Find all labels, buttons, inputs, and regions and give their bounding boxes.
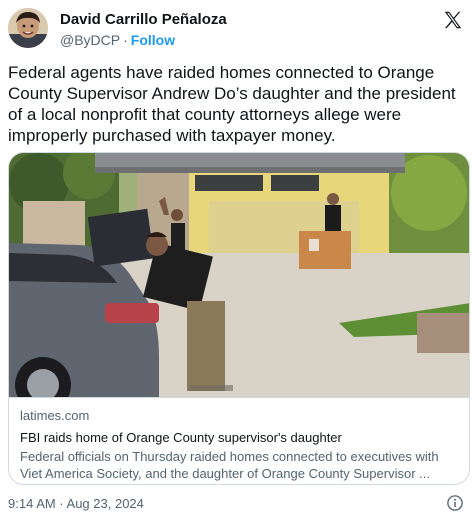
tweet-header: David Carrillo Peñaloza @ByDCP · Follow xyxy=(8,8,464,52)
card-domain: latimes.com xyxy=(20,408,90,423)
card-title[interactable]: FBI raids home of Orange County supervis… xyxy=(20,429,460,446)
separator-dot: · xyxy=(123,32,128,48)
avatar[interactable] xyxy=(8,8,48,48)
follow-button[interactable]: Follow xyxy=(131,32,175,48)
info-icon[interactable] xyxy=(446,494,464,512)
timestamp[interactable]: 9:14 AM · Aug 23, 2024 xyxy=(8,496,144,512)
card-meta[interactable]: latimes.com FBI raids home of Orange Cou… xyxy=(9,397,469,484)
author-handle-row: @ByDCP · Follow xyxy=(60,31,175,49)
tweet-text: Federal agents have raided homes connect… xyxy=(8,63,456,145)
tweet-footer: 9:14 AM · Aug 23, 2024 xyxy=(8,494,464,514)
card-image[interactable] xyxy=(9,153,469,397)
author-name[interactable]: David Carrillo Peñaloza xyxy=(60,11,227,29)
card-description: Federal officials on Thursday raided hom… xyxy=(20,449,439,481)
author-handle[interactable]: @ByDCP xyxy=(60,32,120,48)
x-logo-icon[interactable] xyxy=(442,9,464,31)
link-card[interactable]: latimes.com FBI raids home of Orange Cou… xyxy=(8,152,470,485)
